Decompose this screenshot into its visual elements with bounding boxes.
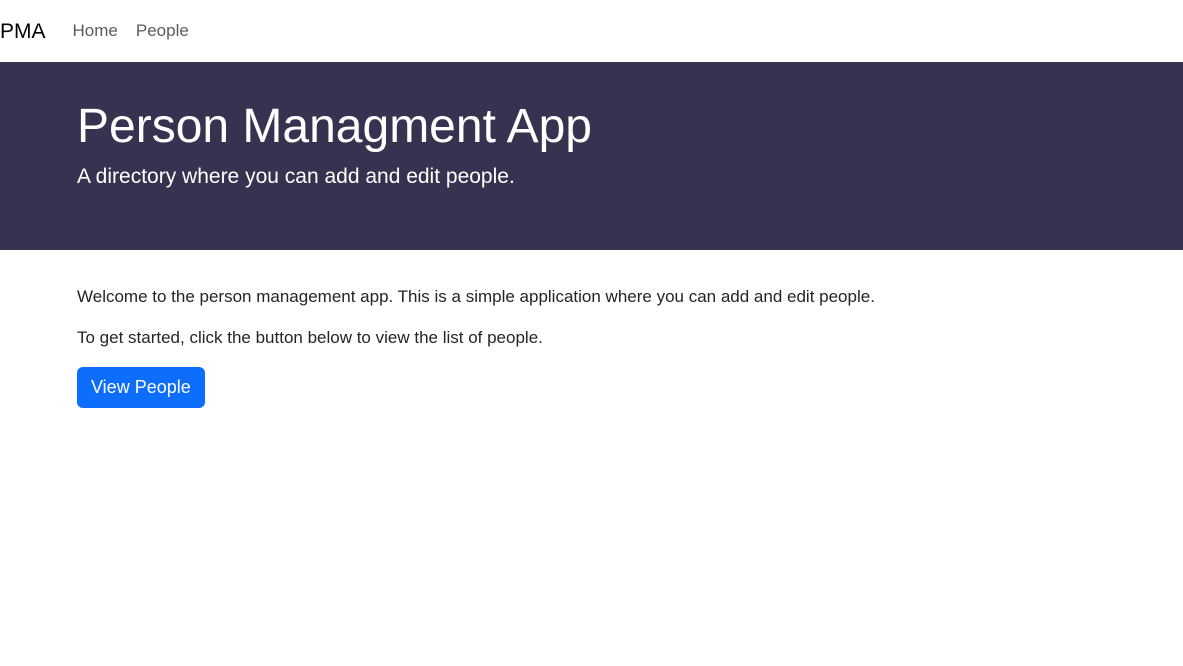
nav-links: Home People <box>73 21 207 41</box>
main-content: Welcome to the person management app. Th… <box>0 250 1183 408</box>
navbar: PMA Home People <box>0 0 1183 62</box>
nav-link-people[interactable]: People <box>136 21 189 41</box>
instructions-text: To get started, click the button below t… <box>77 328 543 347</box>
hero-banner: Person Managment App A directory where y… <box>0 62 1183 250</box>
brand-link[interactable]: PMA <box>0 21 46 42</box>
nav-link-home[interactable]: Home <box>73 21 118 41</box>
welcome-text: Welcome to the person management app. Th… <box>77 287 875 306</box>
page-title: Person Managment App <box>77 100 592 153</box>
view-people-button[interactable]: View People <box>77 367 205 408</box>
page-subtitle: A directory where you can add and edit p… <box>77 164 515 188</box>
